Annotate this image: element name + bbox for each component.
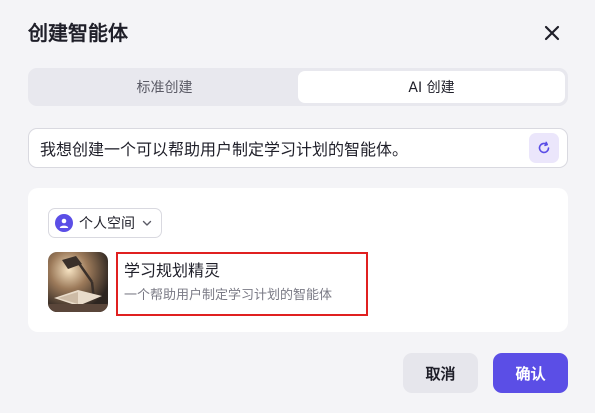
confirm-button[interactable]: 确认 [493,353,568,393]
prompt-input[interactable]: 我想创建一个可以帮助用户制定学习计划的智能体。 [28,128,568,168]
space-select[interactable]: 个人空间 [48,208,162,238]
space-label: 个人空间 [79,216,135,232]
create-mode-tabs: 标准创建 AI 创建 [28,68,568,106]
user-icon [55,214,73,232]
dialog-title: 创建智能体 [28,21,128,45]
cancel-button[interactable]: 取消 [403,353,478,393]
agent-name[interactable]: 学习规划精灵 [124,260,360,282]
close-button[interactable] [540,21,564,45]
agent-preview-card: 个人空间 学习规划精灵 一个帮助用户制定学习计划的智能体 [28,188,568,332]
prompt-text[interactable]: 我想创建一个可以帮助用户制定学习计划的智能体。 [40,136,529,160]
tab-standard-create[interactable]: 标准创建 [31,71,298,103]
chevron-down-icon [142,220,152,226]
refresh-icon [538,141,550,154]
close-icon [544,25,560,41]
agent-info-highlight: 学习规划精灵 一个帮助用户制定学习计划的智能体 [116,252,368,316]
tab-ai-create[interactable]: AI 创建 [298,71,565,103]
agent-avatar[interactable] [48,252,108,312]
regenerate-button[interactable] [529,133,559,163]
agent-description[interactable]: 一个帮助用户制定学习计划的智能体 [124,286,360,306]
create-agent-dialog: 创建智能体 标准创建 AI 创建 我想创建一个可以帮助用户制定学习计划的智能体。 [0,0,595,413]
